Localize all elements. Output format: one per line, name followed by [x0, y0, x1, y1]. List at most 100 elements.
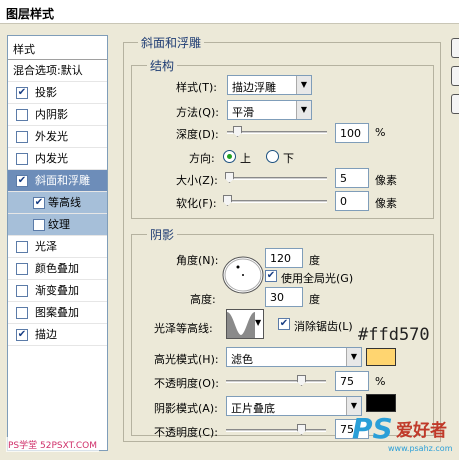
shading-title: 阴影 — [147, 226, 178, 243]
angle-label: 角度(N): — [176, 254, 219, 267]
direction-up-radio[interactable] — [223, 150, 236, 163]
style-checkbox[interactable] — [16, 241, 28, 253]
angle-dial[interactable] — [221, 255, 265, 295]
style-list-item-label: 等高线 — [48, 196, 81, 209]
new-style-button[interactable] — [451, 94, 459, 114]
soften-label: 软化(F): — [176, 197, 217, 210]
style-checkbox[interactable] — [16, 307, 28, 319]
watermark-url: www.psahz.com — [388, 444, 453, 453]
angle-unit: 度 — [309, 254, 320, 267]
shadow-mode-value: 正片叠底 — [231, 402, 275, 415]
technique-label: 方法(Q): — [176, 106, 219, 119]
highlight-mode-label: 高光模式(H): — [154, 353, 219, 366]
bevel-style-value: 描边浮雕 — [232, 81, 276, 94]
style-list-item[interactable]: 颜色叠加 — [8, 258, 107, 280]
chevron-down-icon: ▼ — [255, 318, 262, 327]
altitude-input[interactable]: 30 — [265, 287, 303, 307]
style-checkbox[interactable] — [16, 109, 28, 121]
watermark-logo-text: 爱好者 — [396, 421, 447, 441]
size-slider[interactable] — [225, 172, 327, 183]
style-list-item[interactable]: 外发光 — [8, 126, 107, 148]
dialog-title: 图层样式 — [0, 0, 459, 24]
chevron-down-icon: ▼ — [296, 76, 311, 94]
highlight-color-swatch[interactable] — [366, 348, 396, 366]
style-checkbox[interactable] — [16, 285, 28, 297]
global-light-checkbox[interactable] — [265, 270, 277, 282]
technique-select[interactable]: 平滑 ▼ — [227, 100, 312, 120]
style-checkbox[interactable] — [16, 153, 28, 165]
direction-down-radio[interactable] — [266, 150, 279, 163]
ok-button[interactable] — [451, 38, 459, 58]
style-checkbox[interactable] — [16, 329, 28, 341]
highlight-mode-select[interactable]: 滤色 ▼ — [226, 347, 362, 367]
direction-up-label: 上 — [240, 152, 251, 165]
style-list-item[interactable]: 内发光 — [8, 148, 107, 170]
style-list-item-label: 外发光 — [35, 130, 68, 143]
style-list-item[interactable]: 等高线 — [8, 192, 107, 214]
style-list-item[interactable]: 斜面和浮雕 — [8, 170, 107, 192]
style-list-header[interactable]: 样式 — [8, 36, 107, 60]
cancel-button[interactable] — [451, 66, 459, 86]
style-checkbox[interactable] — [33, 219, 45, 231]
highlight-color-annotation: #ffd570 — [358, 325, 430, 345]
soften-input[interactable]: 0 — [335, 191, 369, 211]
style-checkbox[interactable] — [16, 87, 28, 99]
bevel-emboss-title: 斜面和浮雕 — [138, 34, 205, 51]
highlight-opacity-slider[interactable] — [226, 375, 326, 386]
style-list-item-label: 描边 — [35, 328, 57, 341]
style-list-item[interactable]: 内阴影 — [8, 104, 107, 126]
depth-label: 深度(D): — [176, 128, 219, 141]
style-list-item[interactable]: 描边 — [8, 324, 107, 346]
contour-preview-icon — [227, 310, 255, 338]
highlight-opacity-input[interactable]: 75 — [335, 371, 369, 391]
depth-input[interactable]: 100 — [335, 123, 369, 143]
shadow-color-swatch[interactable] — [366, 394, 396, 412]
shadow-mode-select[interactable]: 正片叠底 ▼ — [226, 396, 362, 416]
style-checkbox[interactable] — [16, 263, 28, 275]
chevron-down-icon: ▼ — [346, 348, 361, 366]
soften-slider[interactable] — [223, 195, 327, 206]
structure-title: 结构 — [147, 57, 178, 74]
highlight-opacity-thumb[interactable] — [297, 375, 306, 386]
global-light-label: 使用全局光(G) — [281, 272, 354, 285]
size-unit: 像素 — [375, 174, 397, 187]
direction-label: 方向: — [189, 152, 215, 165]
anti-aliased-checkbox[interactable] — [278, 318, 290, 330]
style-checkbox[interactable] — [33, 197, 45, 209]
size-slider-thumb[interactable] — [225, 172, 234, 183]
anti-aliased-label: 消除锯齿(L) — [294, 320, 353, 333]
shadow-opacity-thumb[interactable] — [297, 424, 306, 435]
technique-value: 平滑 — [232, 106, 254, 119]
style-list-item[interactable]: 投影 — [8, 82, 107, 104]
size-input[interactable]: 5 — [335, 168, 369, 188]
depth-unit: % — [375, 126, 386, 139]
style-list-item-label: 内阴影 — [35, 108, 68, 121]
depth-slider[interactable] — [227, 126, 327, 137]
altitude-label: 高度: — [190, 293, 216, 306]
bevel-style-select[interactable]: 描边浮雕 ▼ — [227, 75, 312, 95]
style-checkbox[interactable] — [16, 131, 28, 143]
style-list-item[interactable]: 图案叠加 — [8, 302, 107, 324]
style-list-item[interactable]: 光泽 — [8, 236, 107, 258]
depth-slider-thumb[interactable] — [233, 126, 242, 137]
gloss-contour-picker[interactable]: ▼ — [226, 309, 264, 339]
style-list-item-label: 纹理 — [48, 218, 70, 231]
style-list-panel: 样式 混合选项:默认 投影内阴影外发光内发光斜面和浮雕等高线纹理光泽颜色叠加渐变… — [7, 35, 108, 451]
style-list-item-label: 投影 — [35, 86, 57, 99]
shadow-opacity-label: 不透明度(C): — [154, 426, 218, 439]
style-list-item[interactable]: 渐变叠加 — [8, 280, 107, 302]
angle-input[interactable]: 120 — [265, 248, 303, 268]
style-checkbox[interactable] — [16, 175, 28, 187]
chevron-down-icon: ▼ — [296, 101, 311, 119]
watermark-left: PS学堂 52PSXT.COM — [6, 437, 100, 452]
style-list-item-label: 图案叠加 — [35, 306, 79, 319]
style-list-item-label: 光泽 — [35, 240, 57, 253]
watermark-logo: PS 爱好者 www.psahz.com — [350, 412, 458, 458]
shadow-opacity-slider[interactable] — [226, 424, 326, 435]
style-list-item-label: 斜面和浮雕 — [35, 174, 90, 187]
shadow-mode-label: 阴影模式(A): — [154, 402, 218, 415]
blend-options-item[interactable]: 混合选项:默认 — [8, 60, 107, 82]
style-list-item[interactable]: 纹理 — [8, 214, 107, 236]
size-label: 大小(Z): — [176, 174, 218, 187]
highlight-opacity-unit: % — [375, 375, 386, 388]
